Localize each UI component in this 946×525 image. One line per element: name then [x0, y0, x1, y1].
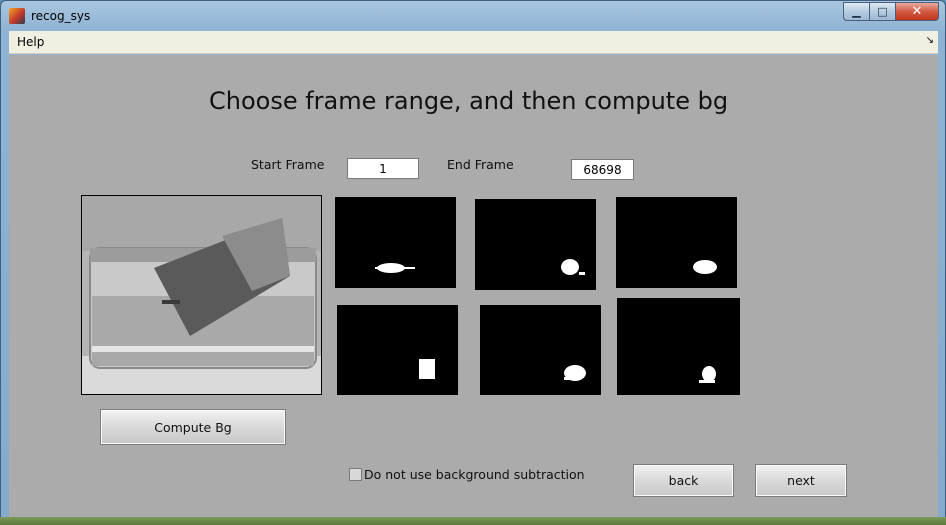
video-frame-preview [81, 195, 322, 395]
mask-frame-5 [480, 305, 601, 395]
mask-frame-2 [475, 199, 596, 290]
window-controls: ▁ □ ✕ [843, 2, 939, 21]
no-bg-subtraction-option[interactable]: Do not use background subtraction [349, 467, 585, 482]
mouse-blob-6 [699, 366, 716, 383]
menu-overflow-icon[interactable]: ↘ [926, 35, 934, 46]
close-button[interactable]: ✕ [895, 2, 939, 21]
mask-frame-3 [616, 197, 737, 288]
maximize-button[interactable]: □ [869, 2, 895, 21]
page-title: Choose frame range, and then compute bg [209, 87, 729, 115]
next-button[interactable]: next [755, 464, 847, 497]
end-frame-label: End Frame [447, 157, 514, 172]
mouse-blob-1 [375, 263, 415, 273]
menu-help[interactable]: Help [17, 35, 44, 49]
menu-bar: Help ↘ [9, 31, 938, 54]
mask-frame-1 [335, 197, 456, 288]
end-frame-input[interactable] [571, 159, 634, 180]
no-bg-subtraction-label[interactable]: Do not use background subtraction [364, 467, 585, 482]
window-title: recog_sys [31, 9, 91, 23]
mouse-blob-3 [693, 260, 717, 274]
compute-bg-button[interactable]: Compute Bg [100, 409, 286, 445]
start-frame-label: Start Frame [251, 157, 325, 172]
mask-frame-4 [337, 305, 458, 395]
figure-client-area: Choose frame range, and then compute bg … [9, 55, 938, 518]
title-bar[interactable]: recog_sys ▁ □ ✕ [1, 1, 945, 31]
mouse-blob-2 [561, 259, 585, 275]
mouse-blob-4 [419, 359, 435, 379]
no-bg-subtraction-checkbox[interactable] [349, 468, 362, 481]
app-window: recog_sys ▁ □ ✕ Help ↘ Choose frame rang… [0, 0, 946, 525]
mouse-blob-5 [564, 365, 586, 381]
tank-photo-image [82, 196, 321, 394]
minimize-button[interactable]: ▁ [843, 2, 869, 21]
mask-frame-6 [617, 298, 740, 395]
matlab-logo-icon [9, 8, 25, 24]
start-frame-input[interactable] [347, 158, 419, 179]
back-button[interactable]: back [633, 464, 734, 497]
desktop-taskbar-edge [0, 517, 946, 525]
